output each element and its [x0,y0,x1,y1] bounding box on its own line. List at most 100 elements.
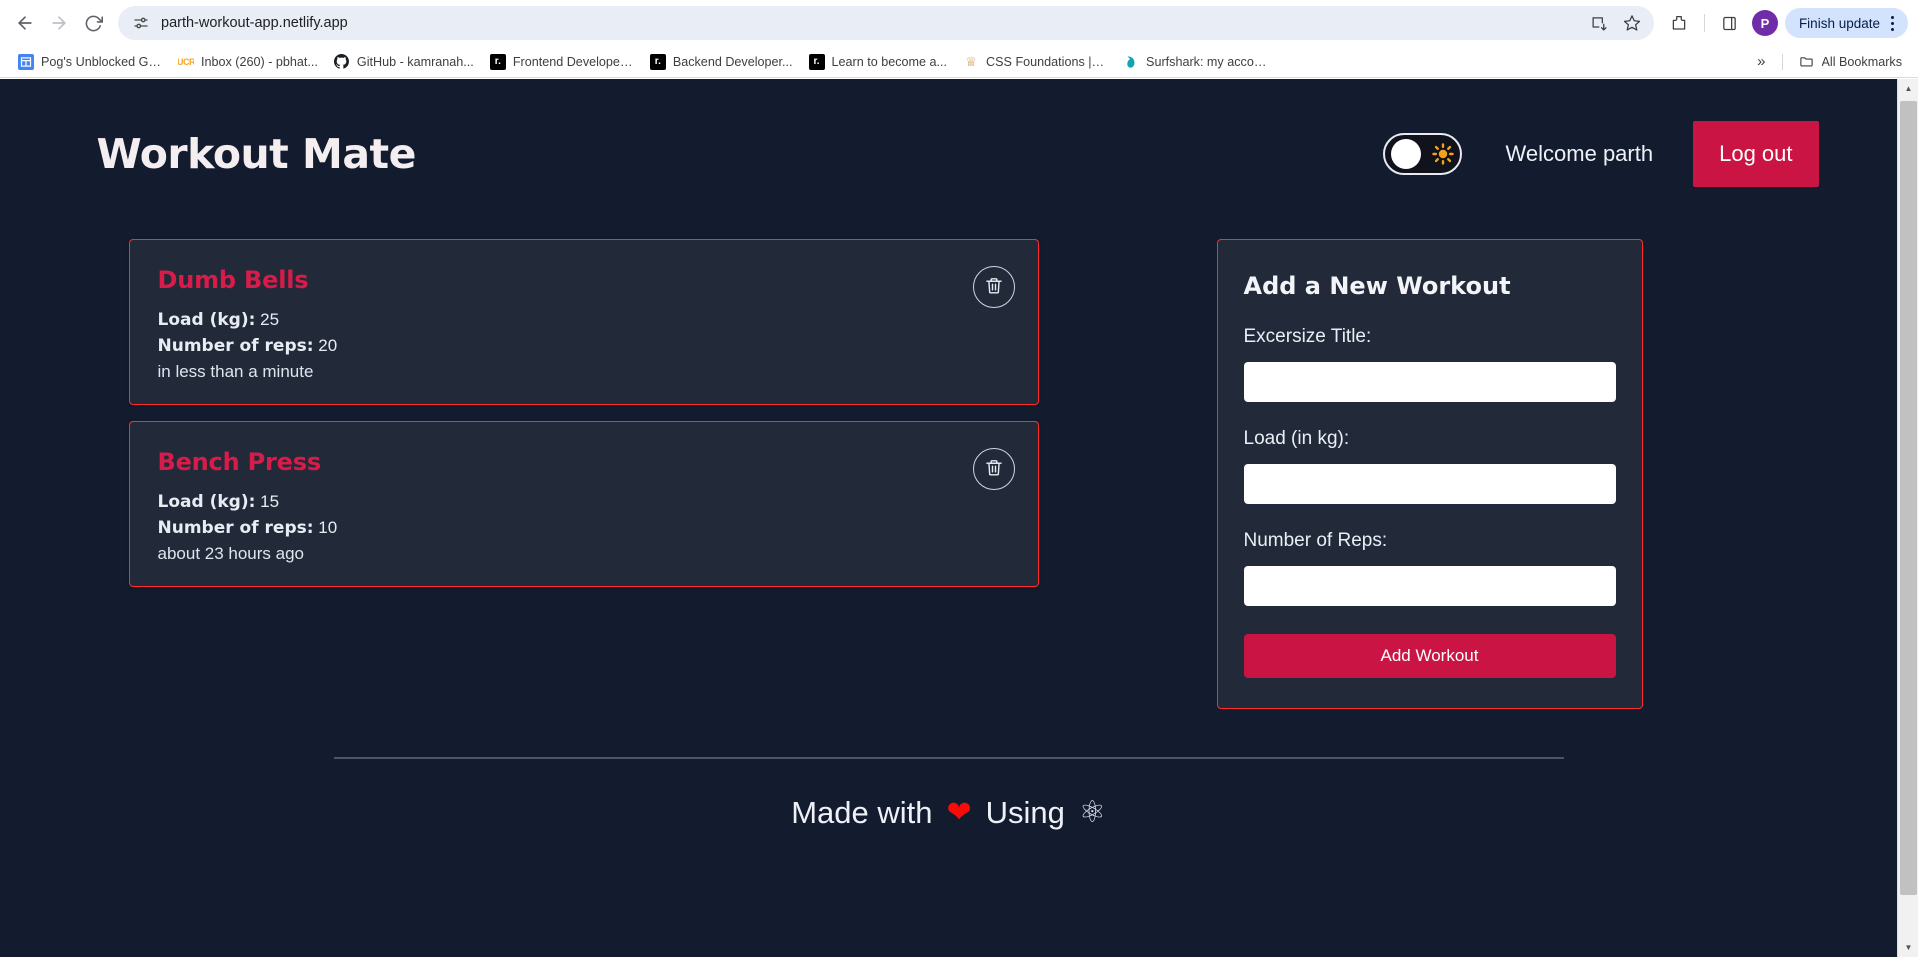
toolbar-divider [1703,14,1705,32]
reps-label: Number of Reps: [1243,530,1388,551]
add-workout-form: Add a New Workout Excersize Title: Load … [1216,239,1643,709]
trash-icon [984,276,1004,299]
bookmark-label: Inbox (260) - pbhat... [201,54,318,69]
bookmark-item[interactable]: GitHub - kamranah... [326,51,482,73]
workout-reps-label: Number of reps: [157,336,314,356]
roadmap-icon: r. [649,53,666,70]
extensions-puzzle-icon[interactable] [1664,8,1694,38]
react-atom-icon: ⚛ [1078,796,1106,829]
finish-update-button[interactable]: Finish update [1784,8,1908,38]
exercise-title-label: Excersize Title: [1243,326,1372,347]
bookmark-label: CSS Foundations | T... [986,54,1108,69]
trash-icon [984,458,1004,481]
workout-title: Bench Press [157,448,322,476]
address-bar[interactable]: parth-workout-app.netlify.app [118,6,1654,40]
bookmark-item[interactable]: ♕ CSS Foundations | T... [955,51,1115,73]
reps-input[interactable] [1243,566,1616,606]
bookmark-label: Learn to become a... [831,54,948,69]
page-viewport: Workout Mate Welcome parth Log out Dumb … [0,79,1918,957]
side-panel-icon[interactable] [1715,8,1745,38]
finish-update-label: Finish update [1798,15,1880,31]
bookmark-item[interactable]: Surfshark: my accou... [1115,51,1275,73]
scroll-up-arrow-icon[interactable]: ▲ [1898,79,1918,98]
made-with-label: Made with [791,795,933,830]
bookmark-item[interactable]: r. Backend Developer... [642,51,801,73]
app-header: Workout Mate Welcome parth Log out [79,79,1819,187]
bookmark-star-icon[interactable] [1622,13,1642,33]
page-footer: Made with ❤ Using ⚛ [129,757,1769,831]
bookmarks-overflow-button[interactable]: » [1749,51,1773,72]
bookmark-item[interactable]: Pog's Unblocked Ga... [10,51,170,73]
workout-title: Dumb Bells [157,266,309,294]
bookmark-label: Surfshark: my accou... [1146,54,1268,69]
form-heading: Add a New Workout [1243,272,1511,300]
page-scrollbar[interactable]: ▲ ▼ [1897,79,1918,957]
workout-load-label: Load (kg): [157,492,256,512]
load-input[interactable] [1243,464,1616,504]
welcome-message: Welcome parth [1505,141,1654,166]
browser-toolbar: parth-workout-app.netlify.app P Finish u… [0,0,1918,46]
install-app-icon[interactable] [1590,13,1610,33]
all-bookmarks-label: All Bookmarks [1821,54,1902,69]
site-settings-icon[interactable] [132,14,150,32]
github-icon [334,54,350,70]
using-label: Using [985,795,1065,830]
bookmark-label: Frontend Developer... [512,54,634,69]
three-dot-menu-icon[interactable] [1884,13,1900,33]
workout-reps-row: Number of reps: 10 [158,518,1014,538]
workout-load-row: Load (kg): 25 [158,310,1014,330]
heart-icon: ❤ [946,796,972,829]
bookmarks-divider [1781,53,1783,70]
back-button[interactable] [8,6,42,40]
scroll-down-arrow-icon[interactable]: ▼ [1898,938,1918,957]
window-icon [18,53,34,70]
roadmap-icon: r. [489,53,506,70]
surfshark-icon [1123,54,1139,70]
bookmark-item[interactable]: UCR Inbox (260) - pbhat... [170,51,326,73]
ucr-icon: UCR [178,56,194,67]
workout-timestamp: in less than a minute [157,362,314,381]
logout-button[interactable]: Log out [1693,121,1819,187]
forward-button[interactable] [42,6,76,40]
page-title: Workout Mate [96,130,417,178]
bookmarks-bar: Pog's Unblocked Ga... UCR Inbox (260) - … [0,46,1918,78]
workout-reps-value: 20 [318,336,338,355]
footer-credit: Made with ❤ Using ⚛ [129,795,1769,831]
bookmark-label: GitHub - kamranah... [356,54,474,69]
workout-load-value: 25 [260,310,280,329]
browser-window: parth-workout-app.netlify.app P Finish u… [0,0,1918,957]
workout-timestamp: about 23 hours ago [157,544,305,563]
workout-card: Bench Press Load (kg): 15 Number of reps… [128,421,1039,587]
header-actions: Welcome parth Log out [1382,121,1819,187]
all-bookmarks-button[interactable]: All Bookmarks [1791,51,1910,73]
bookmark-label: Pog's Unblocked Ga... [41,54,162,69]
roadmap-icon: r. [808,53,825,70]
url-text[interactable]: parth-workout-app.netlify.app [161,15,1590,31]
workout-load-label: Load (kg): [157,310,256,330]
footer-divider [333,757,1564,759]
exercise-title-input[interactable] [1243,362,1616,402]
workout-card: Dumb Bells Load (kg): 25 Number of reps:… [128,239,1039,405]
folder-icon [1799,54,1815,70]
workout-load-value: 15 [260,492,280,511]
workout-list: Dumb Bells Load (kg): 25 Number of reps:… [128,239,1039,587]
theme-toggle[interactable] [1382,133,1462,175]
toggle-knob [1390,139,1421,169]
workout-reps-row: Number of reps: 20 [158,336,1014,356]
odin-icon: ♕ [965,53,977,69]
profile-avatar[interactable]: P [1751,10,1778,36]
delete-workout-button[interactable] [972,266,1015,308]
workout-reps-value: 10 [318,518,338,537]
load-label: Load (in kg): [1243,428,1350,449]
sun-icon [1431,143,1454,165]
workout-app: Workout Mate Welcome parth Log out Dumb … [0,79,1897,957]
add-workout-button[interactable]: Add Workout [1243,634,1616,678]
delete-workout-button[interactable] [972,448,1015,490]
bookmark-item[interactable]: r. Frontend Developer... [482,51,642,73]
bookmark-label: Backend Developer... [672,54,793,69]
workout-reps-label: Number of reps: [157,518,314,538]
main-content: Dumb Bells Load (kg): 25 Number of reps:… [128,239,1769,709]
reload-button[interactable] [76,6,110,40]
bookmark-item[interactable]: r. Learn to become a... [801,51,956,73]
scrollbar-thumb[interactable] [1900,101,1917,895]
